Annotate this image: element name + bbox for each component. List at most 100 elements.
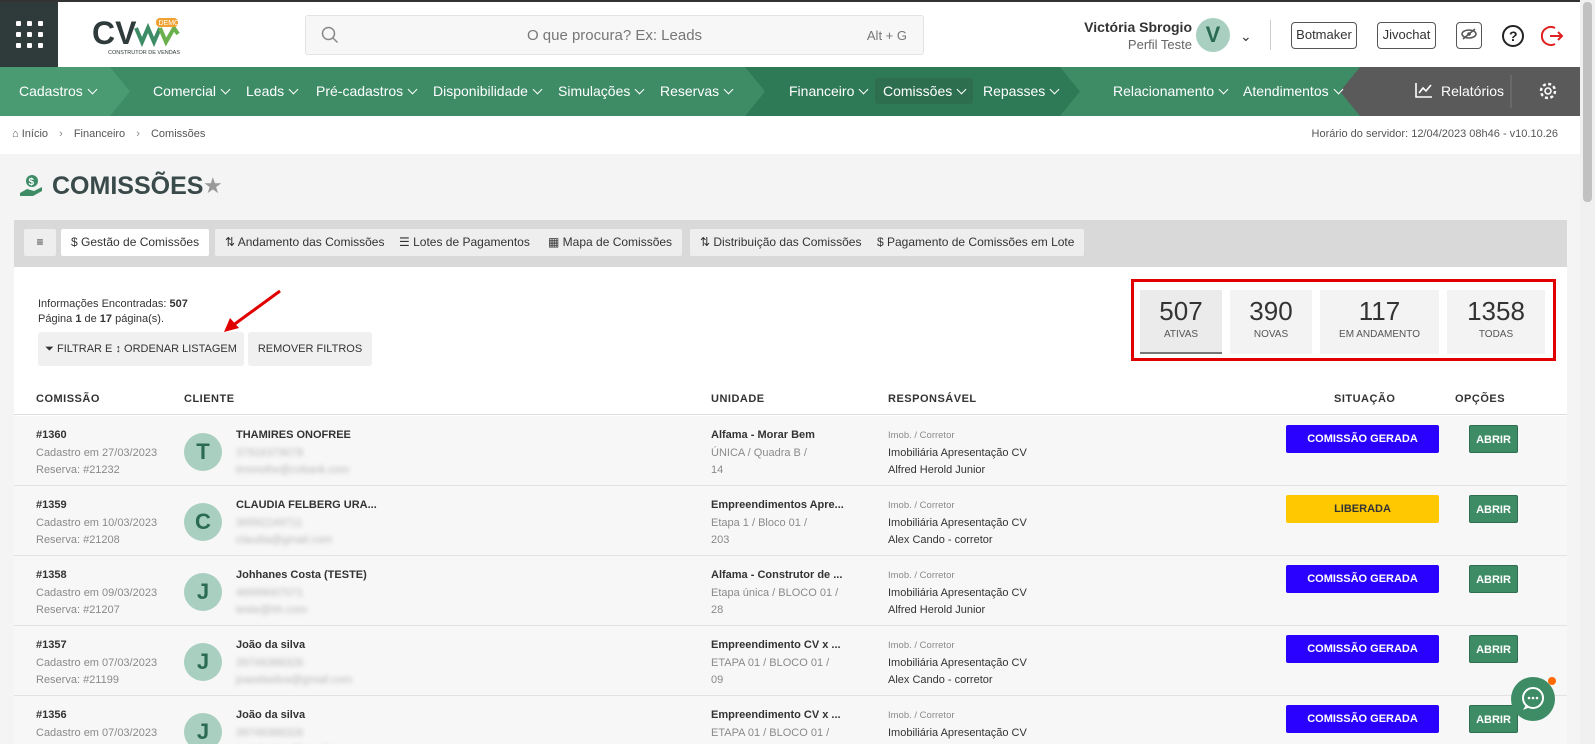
table-row[interactable]: #1360 Cadastro em 27/03/2023 Reserva: #212…: [14, 416, 1567, 486]
nav-comercial[interactable]: Comercial: [153, 67, 231, 116]
cv-logo[interactable]: CV DEMO CONSTRUTOR DE VENDAS: [90, 14, 190, 56]
commissions-panel: Informações Encontradas: 507 Página 1 de…: [14, 267, 1567, 744]
nav-disponibilidade[interactable]: Disponibilidade: [433, 67, 543, 116]
commission-id[interactable]: #1360: [36, 429, 67, 441]
unit-name: Alfama - Construtor de ...: [711, 569, 843, 581]
client-avatar: J: [184, 573, 222, 611]
nav-leads[interactable]: Leads: [246, 67, 299, 116]
table-row[interactable]: #1359 Cadastro em 10/03/2023 Reserva: #212…: [14, 486, 1567, 556]
stat-todas[interactable]: 1358 TODAS: [1447, 290, 1545, 354]
client-name: João da silva: [236, 639, 306, 651]
stat-ativas[interactable]: 507 ATIVAS: [1140, 290, 1222, 354]
client-phone: 37916379078: [236, 446, 304, 459]
breadcrumb-bar: ⌂ Início › Financeiro › Comissões Horári…: [0, 116, 1580, 154]
breadcrumb-inicio[interactable]: Início: [22, 128, 48, 140]
search-input[interactable]: O que procura? Ex: Leads Alt + G: [305, 15, 924, 55]
logout-icon[interactable]: [1541, 24, 1565, 48]
menu-icon[interactable]: ≡: [24, 229, 56, 256]
nav-reservas[interactable]: Reservas: [660, 67, 734, 116]
tab-gestao-comissoes[interactable]: $ Gestão de Comissões: [61, 229, 210, 256]
commission-id[interactable]: #1358: [36, 569, 67, 581]
commission-reserva: Reserva: #21232: [36, 464, 120, 476]
list-icon: ☰: [399, 235, 414, 249]
botmaker-button[interactable]: Botmaker: [1291, 22, 1357, 49]
svg-text:CONSTRUTOR DE VENDAS: CONSTRUTOR DE VENDAS: [108, 50, 180, 56]
scrollbar-thumb[interactable]: [1583, 2, 1592, 202]
table-header: COMISSÃO CLIENTE UNIDADE RESPONSÁVEL SIT…: [14, 387, 1567, 415]
tab-pagamento-lote[interactable]: $ Pagamento de Comissões em Lote: [867, 229, 1085, 256]
search-shortcut: Alt + G: [866, 28, 907, 43]
open-button[interactable]: ABRIR: [1469, 635, 1518, 663]
nav-financeiro[interactable]: Financeiro: [789, 67, 869, 116]
nav-simulacoes[interactable]: Simulações: [558, 67, 645, 116]
user-avatar[interactable]: V: [1196, 18, 1230, 52]
client-phone: 39749388326: [236, 656, 304, 669]
nav-cadastros[interactable]: Cadastros: [19, 67, 98, 116]
unit-location: ETAPA 01 / BLOCO 01 /: [711, 726, 830, 739]
nav-relatorios[interactable]: Relatórios: [1415, 67, 1504, 116]
svg-text:CV: CV: [92, 15, 137, 51]
settings-gear-icon[interactable]: [1538, 81, 1558, 101]
commission-id[interactable]: #1359: [36, 499, 67, 511]
filter-sort-button[interactable]: ⏷ FILTRAR E ↕ ORDENAR LISTAGEM: [38, 332, 244, 366]
help-icon[interactable]: ?: [1501, 24, 1525, 48]
open-button[interactable]: ABRIR: [1469, 425, 1518, 453]
table-row[interactable]: #1356Cadastro em 07/03/2023Reserva: #211…: [14, 696, 1567, 744]
unit-location: Etapa 1 / Bloco 01 /: [711, 516, 808, 529]
commission-reserva: Reserva: #21199: [36, 674, 119, 686]
apps-grid-icon[interactable]: [0, 2, 58, 67]
client-phone: 36992249711: [236, 516, 303, 529]
client-info: THAMIRES ONOFREE 37916379078 tmonofre@cvba…: [236, 427, 351, 480]
tab-distribuicao-comissoes[interactable]: ⇅ Distribuição das Comissões: [690, 229, 872, 256]
jivochat-button[interactable]: Jivochat: [1377, 22, 1436, 49]
tab-mapa-comissoes[interactable]: ▦ Mapa de Comissões: [538, 229, 683, 256]
tab-andamento-comissoes[interactable]: ⇅ Andamento das Comissões: [215, 229, 395, 256]
nav-atendimentos[interactable]: Atendimentos: [1243, 67, 1344, 116]
scrollbar[interactable]: [1580, 0, 1595, 744]
svg-text:$: $: [29, 177, 35, 188]
breadcrumb-financeiro[interactable]: Financeiro: [74, 128, 125, 140]
table-row[interactable]: #1358 Cadastro em 09/03/2023 Reserva: #212…: [14, 556, 1567, 626]
stat-em-andamento[interactable]: 117 EM ANDAMENTO: [1320, 290, 1439, 354]
client-email: claudia@gmail.com: [236, 534, 333, 546]
client-info: João da silva 39749388326 joaodasilva@gmai…: [236, 637, 352, 690]
stat-novas[interactable]: 390 NOVAS: [1230, 290, 1312, 354]
tab-lotes-pagamentos[interactable]: ☰ Lotes de Pagamentos: [389, 229, 540, 256]
main-nav: Cadastros Comercial Leads Pré-cadastros …: [0, 67, 1580, 116]
money-hand-icon: $: [20, 175, 42, 196]
eye-off-icon[interactable]: [1456, 22, 1482, 49]
open-button[interactable]: ABRIR: [1469, 565, 1518, 593]
commission-id[interactable]: #1357: [36, 639, 67, 651]
client-email: teste@hh.com: [236, 604, 308, 616]
responsible-role: Imob. / Corretor: [888, 710, 955, 721]
client-email: joaodasilva@gmail.com: [236, 674, 353, 686]
nav-pre-cadastros[interactable]: Pré-cadastros: [316, 67, 418, 116]
remove-filters-button[interactable]: REMOVER FILTROS: [248, 332, 372, 366]
divider: [1270, 20, 1271, 50]
sort-icon: ⇅: [700, 235, 714, 249]
responsible-agency: Imobiliária Apresentação CV: [888, 516, 1027, 529]
home-icon: ⌂: [12, 128, 19, 140]
commission-date: Cadastro em 07/03/2023: [36, 656, 158, 669]
responsible-agency: Imobiliária Apresentação CV: [888, 586, 1027, 599]
nav-relacionamento[interactable]: Relacionamento: [1113, 67, 1229, 116]
user-info[interactable]: Victória Sbrogio Perfil Teste: [1084, 19, 1192, 52]
table-row[interactable]: #1357 Cadastro em 07/03/2023 Reserva: #211…: [14, 626, 1567, 696]
red-arrow-annotation: [222, 288, 286, 334]
unit-name: Alfama - Morar Bem: [711, 429, 815, 441]
nav-comissoes[interactable]: Comissões: [875, 78, 974, 104]
commission-id[interactable]: #1356: [36, 709, 67, 721]
unit-info: Alfama - Morar Bem ÚNICA / Quadra B / 14: [711, 427, 815, 480]
responsible-broker: Alfred Herold Junior: [888, 604, 986, 616]
map-icon: ▦: [548, 235, 563, 249]
client-info: Johhanes Costa (TESTE) 46999007071 teste@h…: [236, 567, 367, 620]
client-name: CLAUDIA FELBERG URA...: [236, 499, 377, 511]
nav-repasses[interactable]: Repasses: [983, 67, 1060, 116]
client-info: João da silva39749388326joaodasilva@gmai…: [236, 707, 352, 744]
status-badge: COMISSÃO GERADA: [1286, 705, 1439, 733]
unit-number: 28: [711, 604, 724, 616]
chevron-down-icon[interactable]: ⌄: [1240, 28, 1252, 45]
favorite-star-icon[interactable]: ★: [203, 173, 223, 199]
commission-date: Cadastro em 10/03/2023: [36, 516, 158, 529]
open-button[interactable]: ABRIR: [1469, 495, 1518, 523]
